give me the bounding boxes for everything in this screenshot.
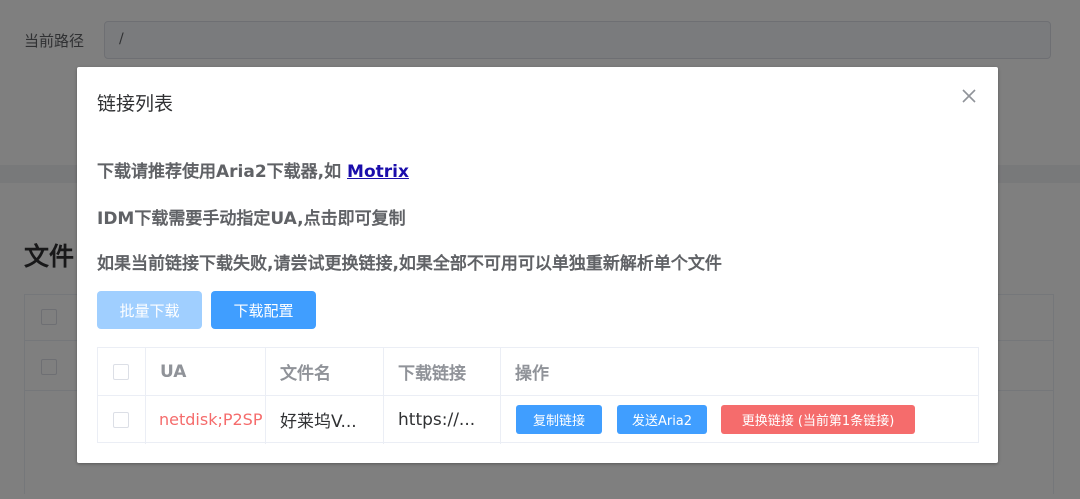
tip-idm-ua: IDM下载需要手动指定UA,点击即可复制 bbox=[97, 209, 406, 229]
link-table: UA 文件名 下载链接 操作 netdisk;P2SP 好莱坞V... http… bbox=[97, 347, 979, 444]
row-checkbox-cell bbox=[98, 396, 145, 443]
close-icon bbox=[962, 89, 976, 103]
row-checkbox[interactable] bbox=[113, 411, 129, 428]
ua-cell[interactable]: netdisk;P2SP bbox=[145, 396, 265, 443]
header-link: 下载链接 bbox=[398, 364, 466, 384]
tip-aria2: 下载请推荐使用Aria2下载器,如 Motrix bbox=[97, 157, 409, 182]
link-cell: https://... bbox=[398, 409, 476, 430]
dialog-title: 链接列表 bbox=[97, 93, 174, 115]
header-ua: UA bbox=[160, 361, 187, 382]
filename-cell: 好莱坞V... bbox=[280, 412, 357, 432]
link-list-dialog: 链接列表 下载请推荐使用Aria2下载器,如 Motrix IDM下载需要手动指… bbox=[77, 67, 998, 463]
header-checkbox-cell bbox=[98, 348, 145, 395]
select-all-checkbox[interactable] bbox=[113, 363, 129, 380]
change-link-button[interactable]: 更换链接 (当前第1条链接) bbox=[721, 405, 915, 434]
download-config-button[interactable]: 下载配置 bbox=[211, 291, 316, 329]
batch-download-button[interactable]: 批量下载 bbox=[97, 291, 202, 329]
header-actions: 操作 bbox=[515, 364, 549, 384]
tip-aria2-text: 下载请推荐使用Aria2下载器,如 bbox=[97, 162, 348, 182]
send-aria2-button[interactable]: 发送Aria2 bbox=[617, 405, 707, 434]
close-button[interactable] bbox=[958, 85, 980, 107]
tip-change-link: 如果当前链接下载失败,请尝试更换链接,如果全部不可用可以单独重新解析单个文件 bbox=[97, 254, 722, 274]
header-filename: 文件名 bbox=[280, 364, 331, 384]
ua-value[interactable]: netdisk;P2SP bbox=[159, 410, 262, 429]
motrix-link[interactable]: Motrix bbox=[347, 162, 409, 182]
actions-cell: 复制链接 发送Aria2 更换链接 (当前第1条链接) bbox=[500, 396, 978, 443]
copy-link-button[interactable]: 复制链接 bbox=[516, 405, 602, 434]
